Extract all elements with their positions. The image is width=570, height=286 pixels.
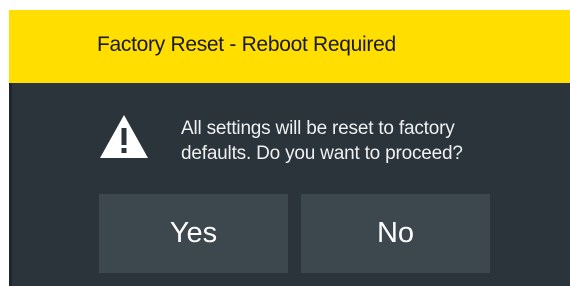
dialog-message-line-2: defaults. Do you want to proceed? — [181, 143, 463, 164]
factory-reset-dialog: Factory Reset - Reboot Required All sett… — [9, 10, 570, 286]
dialog-title: Factory Reset - Reboot Required — [97, 33, 396, 56]
no-button[interactable]: No — [301, 194, 490, 273]
dialog-body: All settings will be reset to factory de… — [9, 83, 570, 286]
dialog-message-line-1: All settings will be reset to factory — [181, 118, 455, 139]
yes-button[interactable]: Yes — [99, 194, 288, 273]
dialog-message: All settings will be reset to factory de… — [181, 116, 521, 166]
warning-icon — [100, 115, 148, 158]
dialog-title-bar: Factory Reset - Reboot Required — [9, 10, 570, 83]
